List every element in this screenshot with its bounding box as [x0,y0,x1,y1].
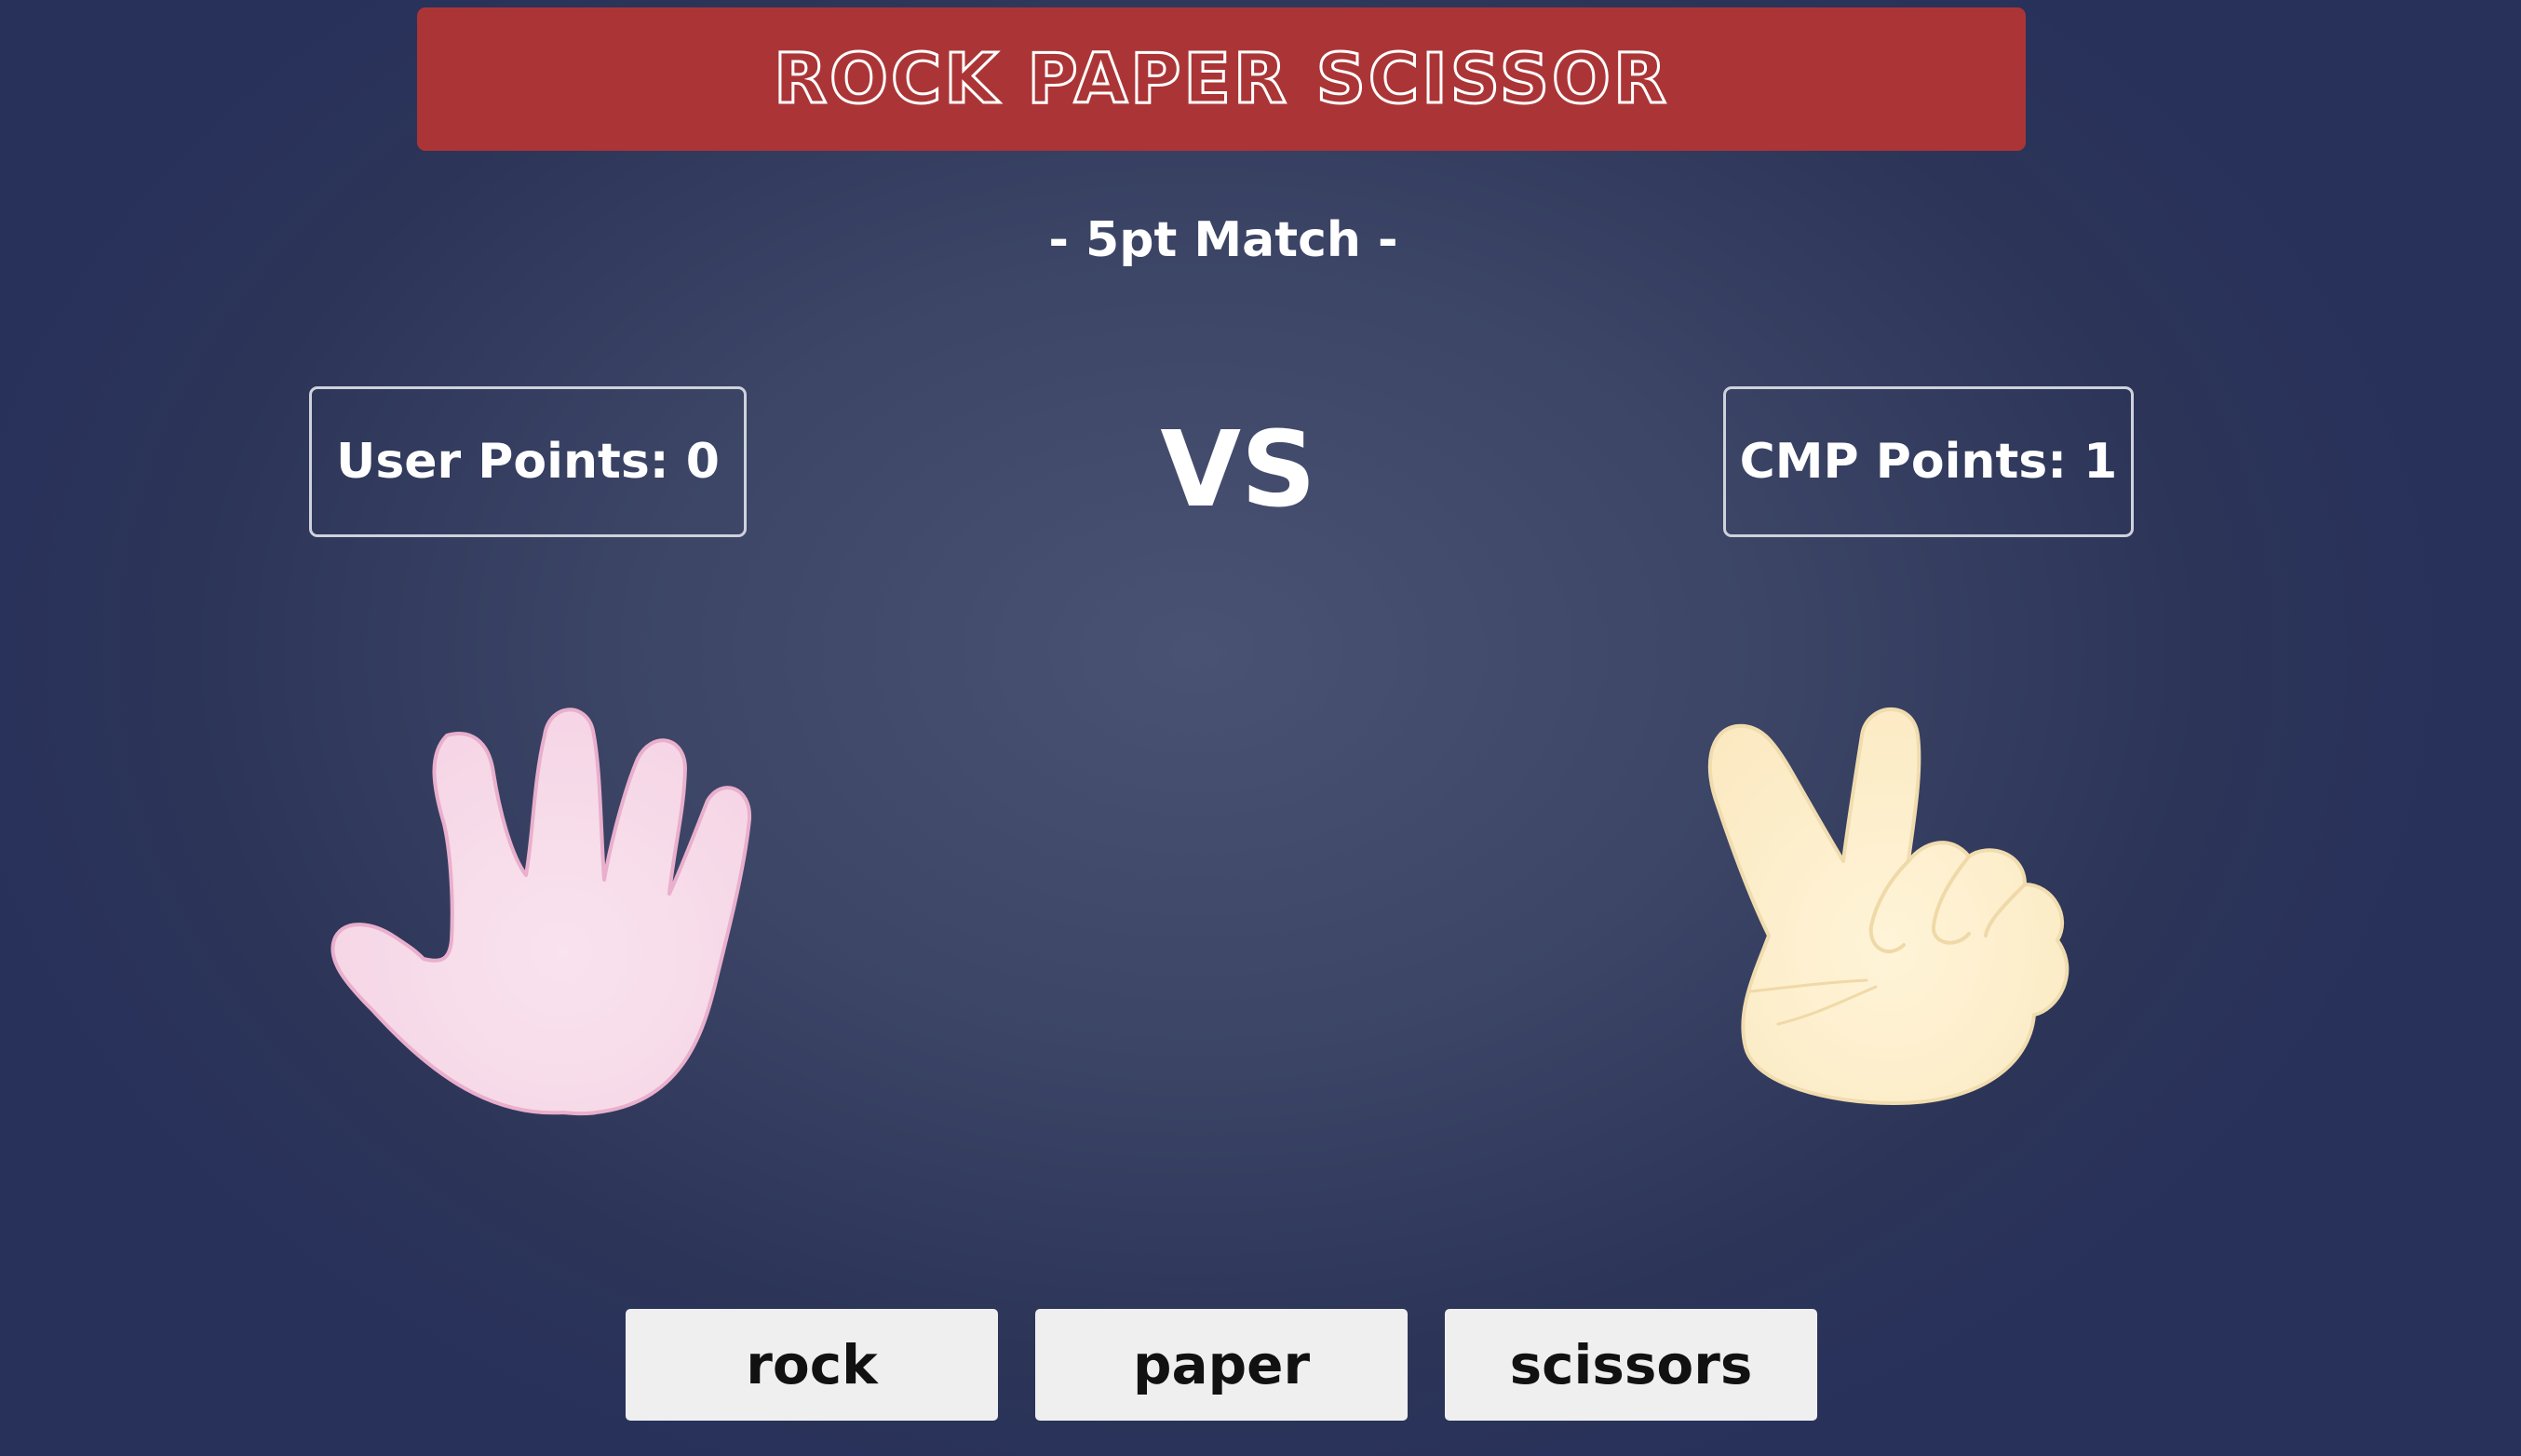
cmp-score-label: CMP Points: 1 [1739,434,2118,490]
title-banner: ROCK PAPER SCISSOR [417,7,2026,151]
vs-label: VS [1160,410,1316,531]
game-title: ROCK PAPER SCISSOR [773,38,1669,121]
match-subtitle: - 5pt Match - [1048,212,1398,268]
user-score-box: User Points: 0 [309,386,747,537]
paper-button[interactable]: paper [1035,1309,1408,1421]
peace-hand-scissors-icon [1707,707,2069,1105]
user-score-label: User Points: 0 [336,434,720,490]
scissors-button[interactable]: scissors [1445,1309,1817,1421]
cmp-score-box: CMP Points: 1 [1723,386,2134,537]
rock-button[interactable]: rock [626,1309,998,1421]
open-hand-paper-icon [330,708,752,1116]
